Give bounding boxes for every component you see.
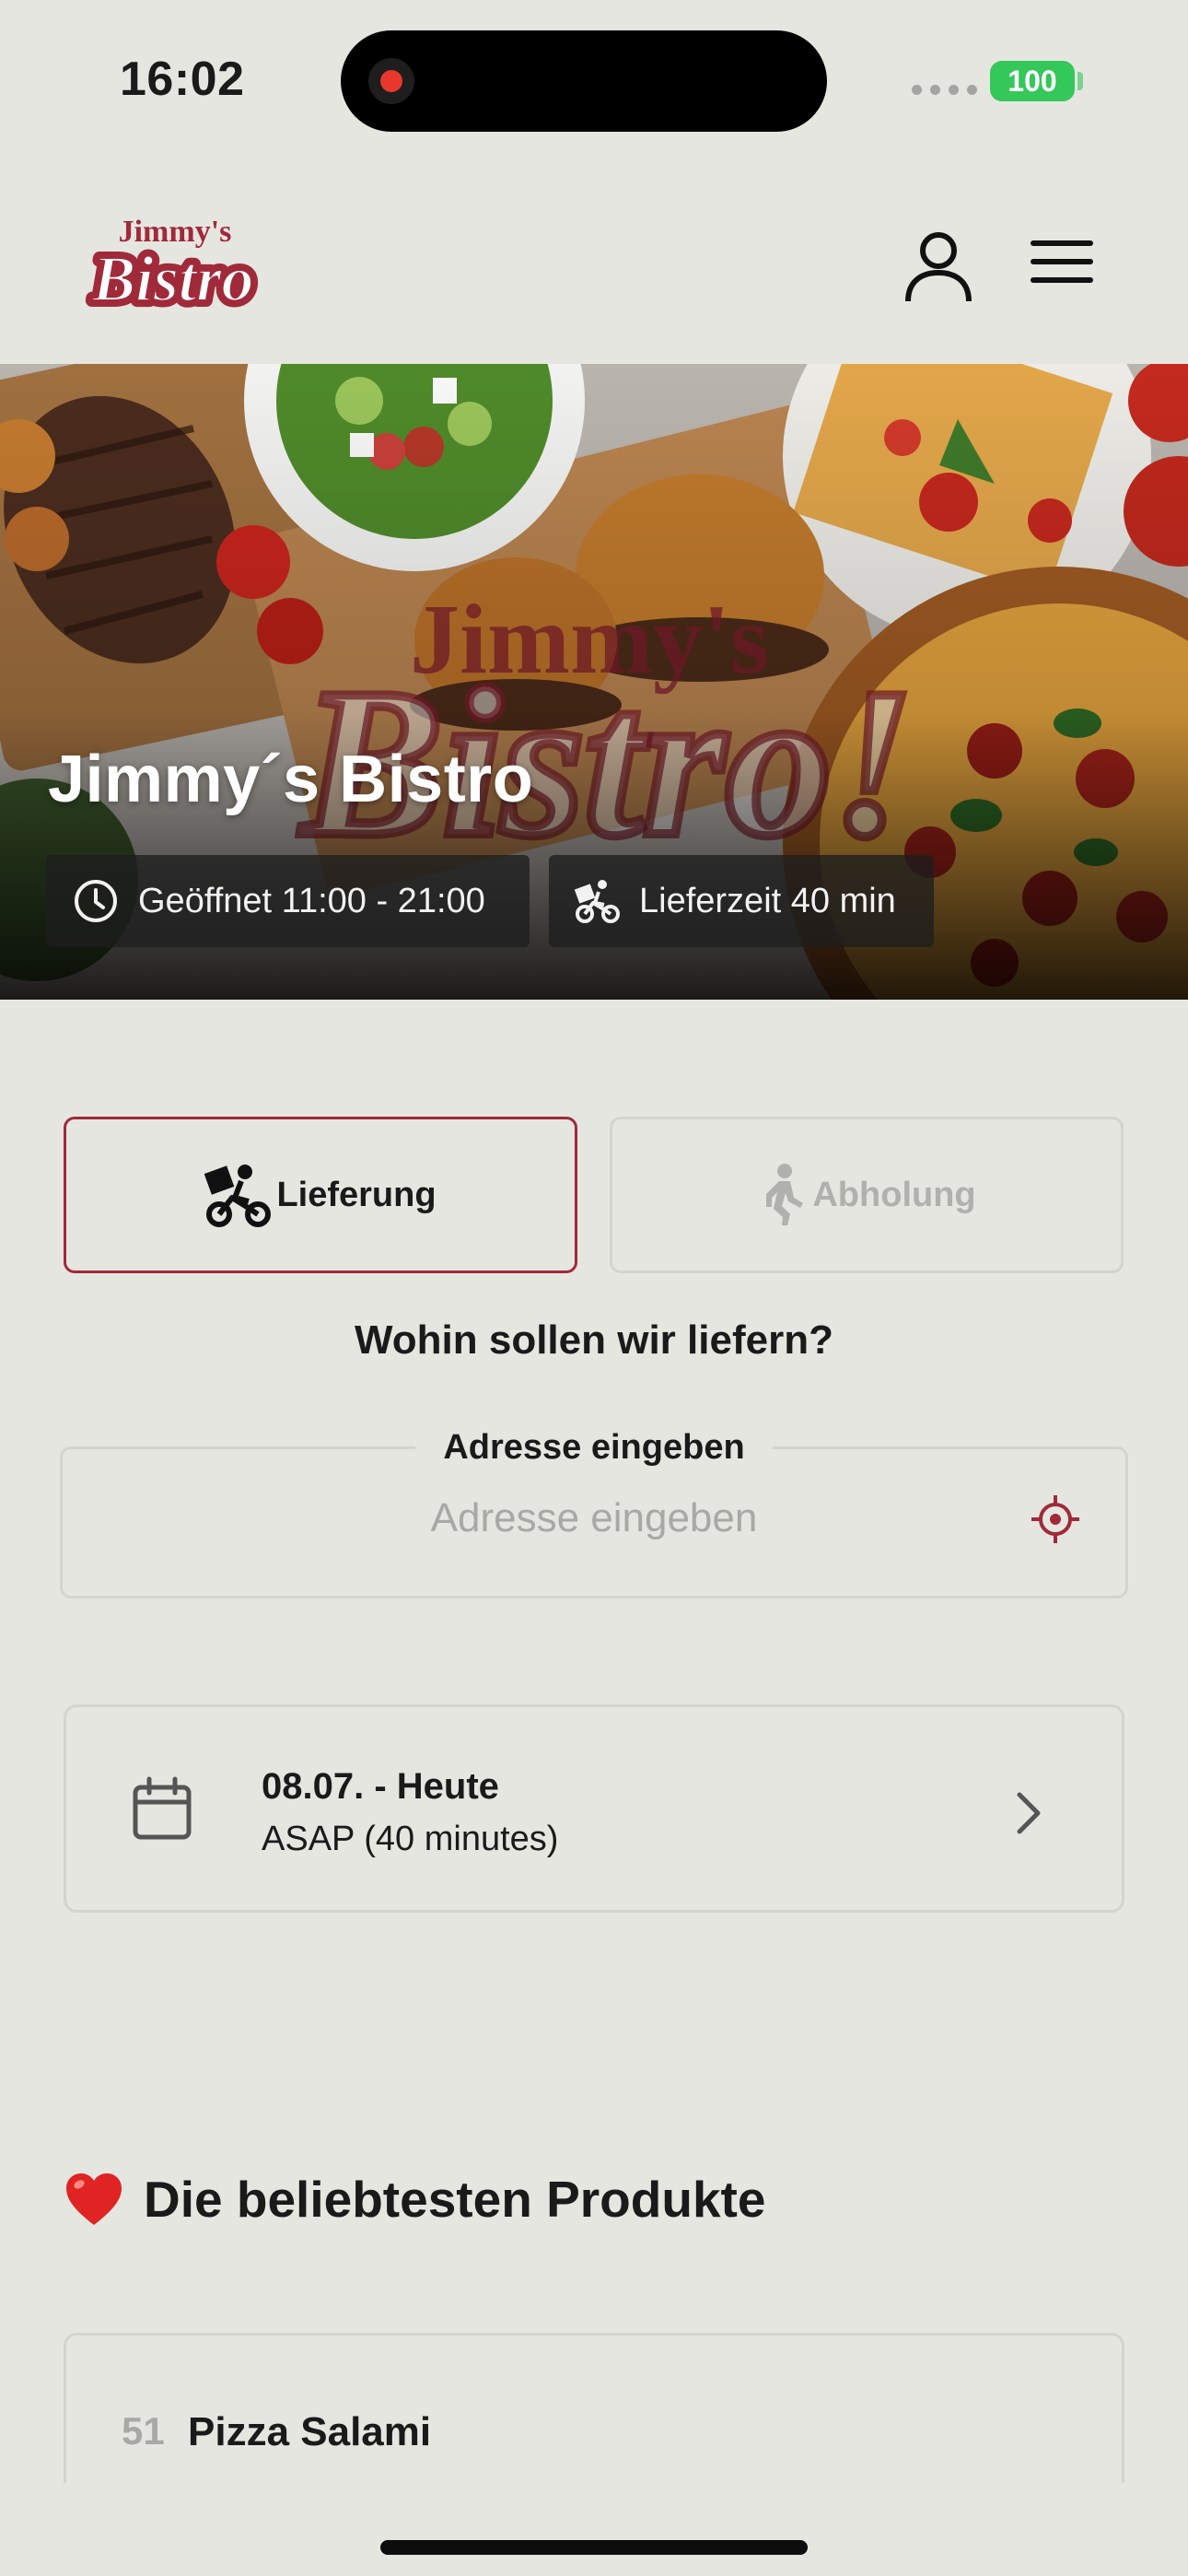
delivery-time-text: Lieferzeit 40 min bbox=[639, 881, 896, 920]
popular-products-heading: Die beliebtesten Produkte bbox=[64, 2170, 765, 2229]
delivery-mode-button[interactable]: Lieferung bbox=[64, 1117, 577, 1273]
heart-icon bbox=[66, 2173, 122, 2225]
account-icon[interactable] bbox=[903, 228, 974, 304]
delivery-bike-icon bbox=[204, 1165, 272, 1227]
hero-banner: Jimmy's Bistro! Jimmy´s Bistro Geöffnet … bbox=[0, 364, 1188, 1000]
schedule-selector[interactable]: 08.07. - Heute ASAP (40 minutes) bbox=[64, 1704, 1124, 1913]
calendar-icon bbox=[133, 1776, 192, 1840]
bistro-logo[interactable]: Jimmy's Bistro Bistro bbox=[74, 210, 276, 321]
dynamic-island bbox=[341, 30, 827, 132]
delivery-question: Wohin sollen wir liefern? bbox=[355, 1317, 833, 1363]
schedule-date: 08.07. - Heute bbox=[262, 1766, 499, 1807]
clock-icon bbox=[75, 880, 117, 922]
menu-icon[interactable] bbox=[1030, 238, 1094, 286]
logo-text-main: Bistro bbox=[91, 244, 253, 315]
home-indicator[interactable] bbox=[380, 2540, 808, 2555]
opening-hours-badge: Geöffnet 11:00 - 21:00 bbox=[46, 855, 530, 947]
delivery-time-badge: Lieferzeit 40 min bbox=[549, 855, 934, 947]
schedule-time: ASAP (40 minutes) bbox=[262, 1820, 559, 1858]
battery-icon: 100 bbox=[990, 61, 1075, 101]
status-time: 16:02 bbox=[120, 53, 245, 106]
recording-icon bbox=[368, 58, 414, 104]
product-name: Pizza Salami bbox=[188, 2409, 432, 2454]
chevron-right-icon bbox=[1017, 1792, 1041, 1834]
pickup-mode-label: Abholung bbox=[812, 1175, 976, 1214]
app-header: Jimmy's Bistro Bistro bbox=[0, 175, 1188, 364]
product-number: 51 bbox=[122, 2409, 165, 2453]
address-label: Adresse eingeben bbox=[415, 1428, 773, 1468]
signal-icon bbox=[912, 85, 977, 95]
status-bar: 16:02 100 bbox=[0, 0, 1188, 161]
product-card[interactable]: 51 Pizza Salami bbox=[64, 2333, 1124, 2483]
restaurant-name: Jimmy´s Bistro bbox=[48, 743, 534, 816]
locate-icon[interactable] bbox=[1030, 1493, 1081, 1545]
opening-hours-text: Geöffnet 11:00 - 21:00 bbox=[138, 881, 485, 920]
delivery-mode-label: Lieferung bbox=[276, 1175, 437, 1214]
delivery-bike-icon bbox=[575, 880, 620, 923]
popular-products-title: Die beliebtesten Produkte bbox=[144, 2171, 766, 2228]
pickup-mode-button[interactable]: Abholung bbox=[610, 1117, 1124, 1273]
walking-person-icon bbox=[766, 1164, 804, 1225]
address-input[interactable] bbox=[64, 1495, 1124, 1541]
address-field[interactable] bbox=[60, 1446, 1128, 1598]
